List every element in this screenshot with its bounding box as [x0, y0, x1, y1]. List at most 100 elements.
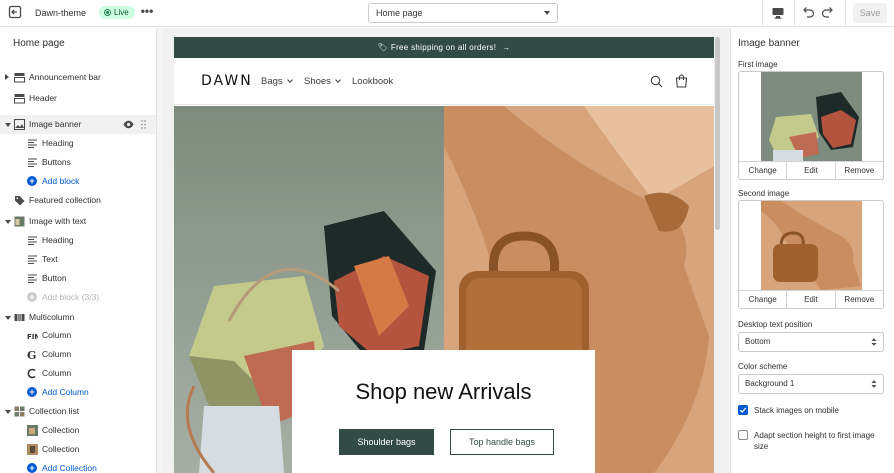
- chevron-down-icon[interactable]: [5, 123, 11, 127]
- second-image-thumbnail: [761, 201, 862, 290]
- checkbox-unchecked-icon[interactable]: [738, 430, 748, 440]
- image-banner[interactable]: Shop new Arrivals Shoulder bags Top hand…: [174, 106, 714, 473]
- save-button[interactable]: Save: [853, 3, 887, 23]
- sidebar-item-announcement-bar[interactable]: Announcement bar: [0, 68, 156, 87]
- color-scheme-label: Color scheme: [738, 362, 788, 371]
- select-value: Bottom: [745, 337, 771, 346]
- svg-text:FIN: FIN: [27, 333, 38, 341]
- first-image-thumbnail: [761, 72, 862, 161]
- sidebar-item-label: Buttons: [42, 157, 71, 167]
- add-column-button[interactable]: + Add Column: [0, 383, 156, 402]
- cart-icon[interactable]: [675, 74, 688, 88]
- column-thumbnail-icon: FIN: [27, 333, 38, 341]
- desktop-view-icon[interactable]: [771, 6, 785, 20]
- add-collection-button[interactable]: + Add Collection: [0, 459, 156, 473]
- sidebar-block-text[interactable]: Text: [0, 250, 156, 269]
- store-header: DAWN Bags Shoes Lookbook: [174, 58, 714, 105]
- sidebar-item-image-with-text[interactable]: Image with text: [0, 212, 156, 231]
- remove-image-button[interactable]: Remove: [836, 162, 883, 179]
- banner-heading[interactable]: Shop new Arrivals: [292, 379, 595, 405]
- live-status-badge: Live: [99, 6, 135, 19]
- second-image-label: Second image: [738, 189, 790, 198]
- scrollbar-thumb[interactable]: [715, 37, 720, 230]
- search-icon[interactable]: [650, 75, 663, 88]
- change-image-button[interactable]: Change: [739, 162, 788, 179]
- second-image-picker: Change Edit Remove: [738, 200, 884, 309]
- sidebar-item-multicolumn[interactable]: Multicolumn: [0, 308, 156, 327]
- multicolumn-icon: [14, 314, 25, 321]
- sidebar-item-label: Multicolumn: [29, 312, 75, 322]
- sidebar-block-button[interactable]: Button: [0, 269, 156, 288]
- chevron-down-icon[interactable]: [5, 410, 11, 414]
- store-logo[interactable]: DAWN: [201, 73, 253, 89]
- change-image-button[interactable]: Change: [739, 291, 788, 308]
- text-lines-icon: [28, 139, 37, 148]
- eye-icon[interactable]: [123, 119, 134, 130]
- desktop-text-position-label: Desktop text position: [738, 320, 813, 329]
- sidebar-block-buttons[interactable]: Buttons: [0, 153, 156, 172]
- text-lines-icon: [28, 255, 37, 264]
- sidebar-block-column[interactable]: Column: [0, 364, 156, 383]
- sidebar-item-label: Column: [42, 349, 72, 359]
- add-block-button-disabled: + Add block (3/3): [0, 288, 156, 307]
- nav-label: Shoes: [304, 76, 331, 87]
- preview-scrollbar[interactable]: [715, 37, 720, 473]
- announcement-bar-icon: [14, 73, 25, 83]
- announcement-bar[interactable]: 🏷 Free shipping on all orders! →: [174, 37, 714, 58]
- chevron-down-icon[interactable]: [5, 316, 11, 320]
- add-block-label: Add block: [42, 176, 80, 186]
- desktop-text-position-select[interactable]: Bottom: [738, 332, 884, 352]
- toolbar-divider: [762, 0, 763, 27]
- image-section-icon: [14, 119, 25, 130]
- checkbox-checked-icon[interactable]: [738, 405, 748, 415]
- sidebar-item-image-banner[interactable]: Image banner: [0, 115, 156, 134]
- sidebar-block-heading[interactable]: Heading: [0, 231, 156, 250]
- sidebar-item-label: Header: [29, 93, 57, 103]
- banner-content-box: Shop new Arrivals Shoulder bags Top hand…: [292, 350, 595, 473]
- shoulder-bags-button[interactable]: Shoulder bags: [339, 429, 434, 455]
- top-handle-bags-button[interactable]: Top handle bags: [450, 429, 554, 455]
- color-scheme-select[interactable]: Background 1: [738, 374, 884, 394]
- edit-image-button[interactable]: Edit: [787, 162, 836, 179]
- text-lines-icon: [28, 158, 37, 167]
- nav-item-bags[interactable]: Bags: [261, 76, 293, 87]
- sidebar-item-label: Column: [42, 368, 72, 378]
- drag-handle-icon[interactable]: [141, 120, 146, 129]
- redo-icon[interactable]: [821, 5, 835, 19]
- undo-icon[interactable]: [801, 5, 815, 19]
- chevron-down-icon[interactable]: [5, 220, 11, 224]
- sidebar-item-label: Collection: [42, 444, 80, 454]
- add-block-button[interactable]: + Add block: [0, 172, 156, 191]
- arrow-right-icon[interactable]: →: [502, 37, 510, 58]
- sidebar-item-label: Announcement bar: [29, 72, 101, 82]
- toolbar-divider: [845, 0, 846, 27]
- sidebar-item-collection-list[interactable]: Collection list: [0, 402, 156, 421]
- first-image-preview[interactable]: [739, 72, 883, 161]
- exit-icon[interactable]: [8, 5, 22, 19]
- sidebar-block-collection[interactable]: Collection: [0, 440, 156, 459]
- sidebar-item-header[interactable]: Header: [0, 89, 156, 108]
- sidebar-item-featured-collection[interactable]: Featured collection: [0, 191, 156, 210]
- storefront-preview: 🏷 Free shipping on all orders! → DAWN Bags…: [174, 37, 714, 473]
- first-image-label: First image: [738, 60, 778, 69]
- remove-image-button[interactable]: Remove: [836, 291, 883, 308]
- sidebar-block-collection[interactable]: Collection: [0, 421, 156, 440]
- column-thumbnail-icon: [27, 368, 36, 379]
- live-dot-icon: [104, 9, 111, 16]
- add-column-label: Add Column: [42, 387, 89, 397]
- page-selector[interactable]: Home page: [368, 3, 558, 23]
- nav-item-shoes[interactable]: Shoes: [304, 76, 341, 87]
- chevron-right-icon[interactable]: [5, 74, 9, 80]
- second-image-preview[interactable]: [739, 201, 883, 290]
- plus-circle-icon: +: [27, 292, 37, 302]
- sidebar-block-column[interactable]: G Column: [0, 345, 156, 364]
- more-actions-button[interactable]: •••: [140, 3, 154, 21]
- tag-emoji-icon: 🏷: [377, 43, 388, 52]
- editor-topbar: Dawn-theme Live ••• Home page Save: [0, 0, 894, 27]
- nav-item-lookbook[interactable]: Lookbook: [352, 76, 393, 87]
- second-image-actions: Change Edit Remove: [739, 290, 883, 308]
- edit-image-button[interactable]: Edit: [787, 291, 836, 308]
- sidebar-block-heading[interactable]: Heading: [0, 134, 156, 153]
- sidebar-item-label: Button: [42, 273, 67, 283]
- sidebar-block-column[interactable]: FIN Column: [0, 326, 156, 345]
